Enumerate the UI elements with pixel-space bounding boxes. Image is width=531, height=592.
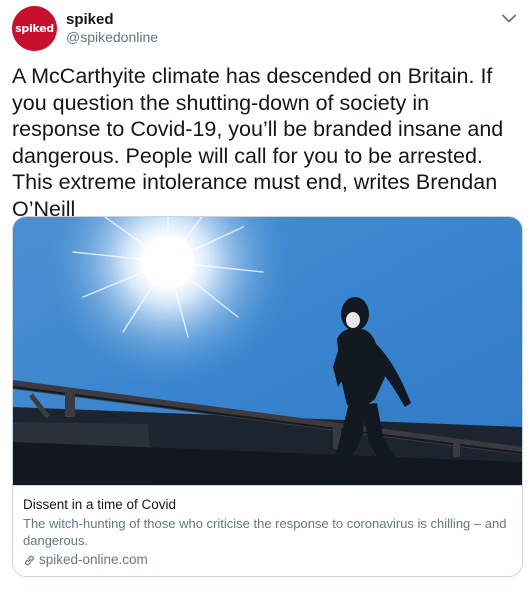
card-domain-text: spiked-online.com <box>39 552 148 567</box>
card-image[interactable] <box>13 217 522 485</box>
account-handle[interactable]: @spikedonline <box>66 29 158 45</box>
link-icon <box>25 555 34 565</box>
tweet-menu-button[interactable] <box>497 6 521 30</box>
card-title[interactable]: Dissent in a time of Covid <box>23 496 512 514</box>
account-name[interactable]: spiked <box>66 11 114 28</box>
link-card[interactable]: Dissent in a time of Covid The witch-hun… <box>12 216 523 577</box>
card-domain[interactable]: spiked-online.com <box>23 551 512 569</box>
card-meta[interactable]: Dissent in a time of Covid The witch-hun… <box>13 485 522 576</box>
avatar-logo-text: spiked <box>15 22 54 35</box>
tweet-text: A McCarthyite climate has descended on B… <box>12 64 504 221</box>
avatar[interactable]: spiked <box>12 6 57 51</box>
tweet: spiked spiked @spikedonline A McCarthyit… <box>0 0 531 592</box>
card-description: The witch-hunting of those who criticise… <box>23 516 507 548</box>
chevron-down-icon <box>502 14 516 22</box>
